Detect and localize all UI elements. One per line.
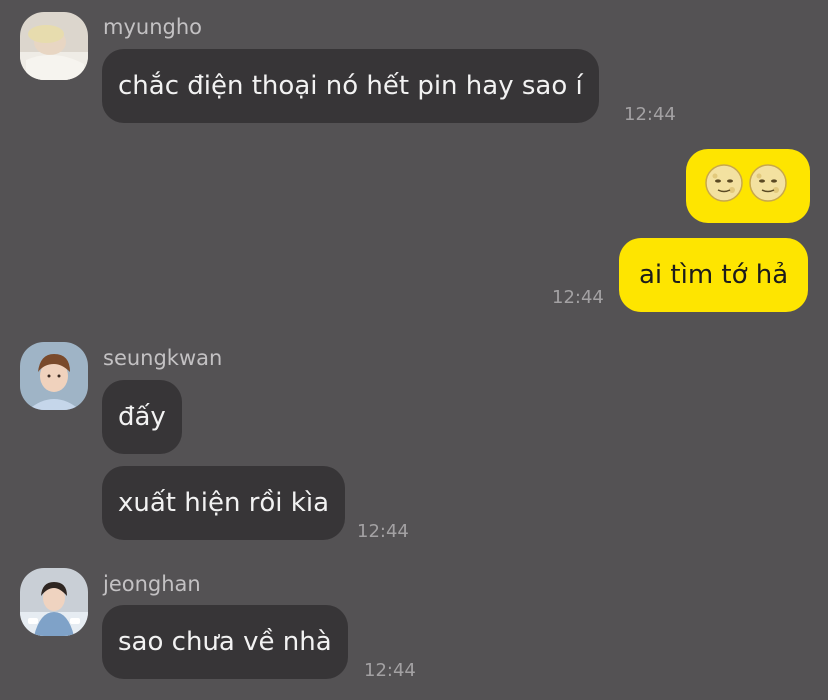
message-bubble[interactable]: xuất hiện rồi kìa <box>102 466 345 540</box>
message-timestamp: 12:44 <box>624 104 676 125</box>
message-text: chắc điện thoại nó hết pin hay sao í <box>118 71 583 101</box>
full-moon-face-icon <box>704 163 744 210</box>
avatar-myungho[interactable] <box>20 12 88 80</box>
message-text: xuất hiện rồi kìa <box>118 488 329 518</box>
message-text: sao chưa về nhà <box>118 627 332 657</box>
message-text: đấy <box>118 402 166 432</box>
message-bubble-outgoing[interactable]: ai tìm tớ hả <box>619 238 809 312</box>
sender-name: jeonghan <box>103 572 201 596</box>
message-bubble[interactable]: đấy <box>102 380 182 454</box>
message-bubble[interactable]: chắc điện thoại nó hết pin hay sao í <box>102 49 599 123</box>
avatar-seungkwan[interactable] <box>20 342 88 410</box>
message-timestamp: 12:44 <box>552 287 604 308</box>
sender-name: myungho <box>103 15 202 39</box>
message-timestamp: 12:44 <box>357 521 409 542</box>
message-bubble-outgoing[interactable] <box>686 149 810 223</box>
sender-name: seungkwan <box>103 346 223 370</box>
avatar-jeonghan[interactable] <box>20 568 88 636</box>
message-text: ai tìm tớ hả <box>639 260 789 290</box>
message-bubble[interactable]: sao chưa về nhà <box>102 605 348 679</box>
message-timestamp: 12:44 <box>364 660 416 681</box>
full-moon-face-icon <box>748 163 788 210</box>
